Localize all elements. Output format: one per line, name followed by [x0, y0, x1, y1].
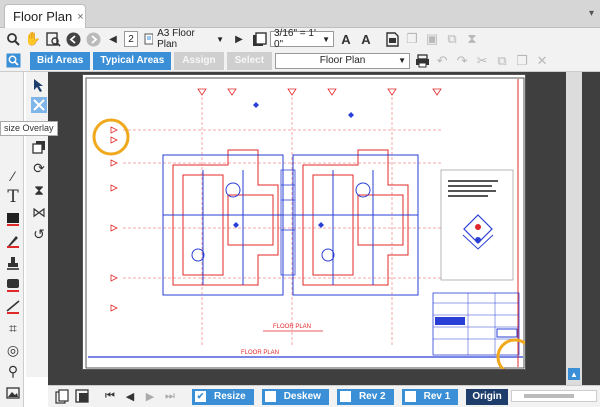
toolbar-areas: Bid Areas Typical Areas Assign Select Fl… [0, 50, 600, 72]
drawing-canvas[interactable]: FLOOR PLAN FLOOR PLAN ▲ [48, 72, 600, 385]
hourglass-icon[interactable]: ⧗ [463, 30, 481, 48]
select-pointer-icon[interactable] [29, 75, 49, 95]
rotate-icon[interactable]: ⟳ [29, 158, 49, 178]
drawing-floor-plan-title: FLOOR PLAN [241, 350, 279, 356]
checkbox-icon [339, 391, 351, 402]
tab-close-icon[interactable]: × [77, 11, 83, 23]
target-icon[interactable]: ◎ [3, 340, 23, 360]
vertical-scrollbar[interactable] [566, 72, 582, 385]
hourglass-icon[interactable]: ⧗ [29, 180, 49, 200]
hand-icon[interactable]: ✋ [24, 30, 42, 48]
redo-icon[interactable]: ↷ [453, 52, 471, 70]
text-icon[interactable]: T [3, 187, 23, 207]
resize-label: Resize [214, 391, 246, 402]
split-icon[interactable]: ⧉ [443, 30, 461, 48]
floor-plan-sheet[interactable]: FLOOR PLAN FLOOR PLAN [82, 74, 526, 370]
bid-areas-button[interactable]: Bid Areas [30, 51, 91, 70]
drawing-floor-plan-label: FLOOR PLAN [273, 324, 311, 330]
toolbar-navigation: ✋ ◀ 2 A3 Floor Plan ▼ ▶ 3/16" = 1' 0" ▼ … [0, 28, 600, 50]
page-zoom-icon[interactable] [44, 30, 62, 48]
tooltip: size Overlay [0, 121, 58, 136]
tab-floor-plan[interactable]: Floor Plan × [4, 4, 86, 28]
scale-select[interactable]: 3/16" = 1' 0" ▼ [270, 28, 334, 50]
image-icon[interactable]: ▣ [423, 30, 441, 48]
copy-page-icon[interactable]: ❐ [403, 30, 421, 48]
page-number: 2 [128, 33, 134, 45]
resize-overlay-icon[interactable] [29, 95, 49, 115]
undo-rotate-icon[interactable]: ↺ [29, 224, 49, 244]
tab-bar: Floor Plan × ▾ [0, 0, 600, 28]
cut-icon[interactable]: ✂ [473, 52, 491, 70]
prev-page-icon[interactable]: ◀ [104, 30, 122, 48]
document-view-icon[interactable] [54, 389, 70, 405]
rev2-toggle[interactable]: Rev 2 [336, 388, 394, 405]
image-icon[interactable] [3, 383, 23, 403]
floor-plan-drawing: FLOOR PLAN FLOOR PLAN [85, 77, 525, 369]
rev1-label: Rev 1 [423, 391, 451, 402]
next-page-icon[interactable]: ▶ [230, 30, 248, 48]
checkbox-checked-icon: ✔ [195, 391, 206, 402]
assign-button[interactable]: Assign [174, 51, 224, 70]
magic-wand-icon[interactable]: ⁄ [3, 166, 23, 186]
pen-icon[interactable] [3, 231, 23, 251]
page-number-input[interactable]: 2 [124, 31, 138, 47]
overlay-icon[interactable] [74, 389, 90, 405]
area-search-icon[interactable] [4, 52, 22, 70]
paste-icon[interactable]: ❐ [513, 52, 531, 70]
document-icon[interactable] [383, 30, 401, 48]
tab-list-chevron-down-icon[interactable]: ▾ [589, 8, 594, 19]
layers-icon[interactable] [29, 137, 49, 157]
chevron-down-icon: ▼ [398, 56, 407, 65]
layer-select[interactable]: Floor Plan ▼ [275, 52, 411, 69]
tab-title: Floor Plan [13, 9, 73, 24]
select-button[interactable]: Select [226, 51, 273, 70]
first-page-icon[interactable]: ⏮ [102, 389, 118, 405]
scale-value: 3/16" = 1' 0" [274, 28, 316, 50]
deskew-toggle[interactable]: Deskew [261, 388, 329, 405]
text-width-icon[interactable]: A [357, 30, 375, 48]
layer-name: Floor Plan [319, 55, 366, 66]
horizontal-scrollbar[interactable] [511, 390, 597, 402]
stamp-icon[interactable] [3, 253, 23, 273]
overlay-bar: ⏮ ◀ ▶ ⏭ ✔ Resize Deskew Rev 2 Rev 1 Orig… [48, 385, 600, 407]
sheet-name: A3 Floor Plan [157, 28, 195, 50]
last-page-icon[interactable]: ⏭ [162, 389, 178, 405]
scroll-up-icon[interactable]: ▲ [568, 368, 580, 380]
next-icon[interactable]: ▶ [142, 389, 158, 405]
original-button[interactable]: Origin [466, 388, 508, 405]
rectangle-icon[interactable] [3, 209, 23, 229]
prev-icon[interactable]: ◀ [122, 389, 138, 405]
rev2-label: Rev 2 [358, 391, 386, 402]
line-icon[interactable] [3, 297, 23, 317]
back-icon[interactable] [64, 30, 82, 48]
print-icon[interactable] [413, 52, 431, 70]
chevron-down-icon: ▼ [216, 34, 224, 44]
scroll-thumb[interactable] [524, 394, 574, 398]
checkbox-icon [404, 391, 416, 402]
copy-icon[interactable]: ⧉ [493, 52, 511, 70]
crop-icon[interactable]: ⌗ [3, 318, 23, 338]
page-layout-icon[interactable] [250, 30, 268, 48]
typical-areas-button[interactable]: Typical Areas [93, 51, 172, 70]
undo-icon[interactable]: ↶ [433, 52, 451, 70]
attachment-icon[interactable]: ⚲ [3, 361, 23, 381]
sheet-select[interactable]: A3 Floor Plan ▼ [141, 28, 227, 50]
rev1-toggle[interactable]: Rev 1 [401, 388, 459, 405]
flip-icon[interactable]: ⋈ [29, 202, 49, 222]
search-icon[interactable] [4, 30, 22, 48]
text-height-icon[interactable]: A [337, 30, 355, 48]
checkbox-icon [264, 391, 276, 402]
resize-toggle[interactable]: ✔ Resize [192, 388, 254, 405]
chevron-down-icon: ▼ [322, 34, 330, 44]
forward-icon[interactable] [84, 30, 102, 48]
shape-fill-icon[interactable] [3, 275, 23, 295]
deskew-label: Deskew [283, 391, 321, 402]
delete-icon[interactable]: ✕ [533, 52, 551, 70]
